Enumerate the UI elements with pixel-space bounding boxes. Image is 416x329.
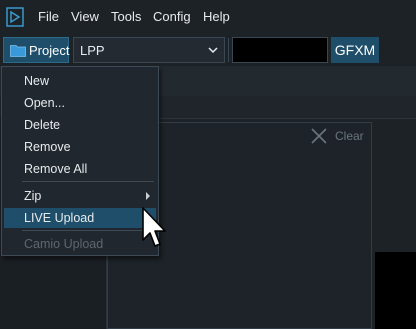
menu-item-camio-upload: Camio Upload (4, 234, 156, 254)
menu-item-label: Delete (24, 118, 61, 132)
close-icon (311, 128, 327, 144)
menu-item-remove-all[interactable]: Remove All (4, 159, 156, 179)
menu-separator (22, 230, 154, 231)
chevron-down-icon (208, 47, 218, 54)
menu-item-remove[interactable]: Remove (4, 137, 156, 157)
project-button-label: Project (29, 43, 70, 58)
project-select-value: LPP (80, 43, 105, 58)
project-select[interactable]: LPP (73, 37, 225, 63)
folder-icon (10, 45, 26, 57)
menu-item-label: Remove (24, 140, 71, 154)
menu-item-new[interactable]: New (4, 71, 156, 91)
menu-item-label: Zip (24, 189, 42, 203)
app-logo-icon (6, 7, 24, 27)
video-preview (375, 252, 416, 329)
menu-item-label: Camio Upload (24, 237, 104, 251)
menu-tools[interactable]: Tools (111, 9, 141, 24)
clear-button-label: Clear (335, 129, 364, 143)
menu-item-label: LIVE Upload (24, 211, 95, 225)
menu-view[interactable]: View (71, 9, 99, 24)
menu-help[interactable]: Help (203, 9, 230, 24)
menu-item-delete[interactable]: Delete (4, 115, 156, 135)
preview-box (232, 37, 328, 63)
toolbar-divider (228, 38, 229, 62)
menu-item-label: Open... (24, 96, 65, 110)
menu-item-open[interactable]: Open... (4, 93, 156, 113)
menu-item-label: Remove All (24, 162, 88, 176)
clear-button[interactable]: Clear (310, 127, 370, 147)
project-menu: New Open... Delete Remove Remove All Zip… (1, 66, 159, 256)
menu-item-zip[interactable]: Zip (4, 186, 156, 206)
project-button[interactable]: Project (3, 37, 69, 63)
menu-config[interactable]: Config (153, 9, 191, 24)
gfxm-button[interactable]: GFXM (331, 37, 379, 63)
toolbar: Project LPP GFXM (0, 34, 416, 66)
menu-item-label: New (24, 74, 50, 88)
menu-item-live-upload[interactable]: LIVE Upload (4, 208, 156, 228)
submenu-arrow-icon (146, 192, 150, 200)
menubar: File View Tools Config Help (0, 0, 416, 34)
menu-file[interactable]: File (38, 9, 59, 24)
menu-separator (22, 181, 154, 182)
